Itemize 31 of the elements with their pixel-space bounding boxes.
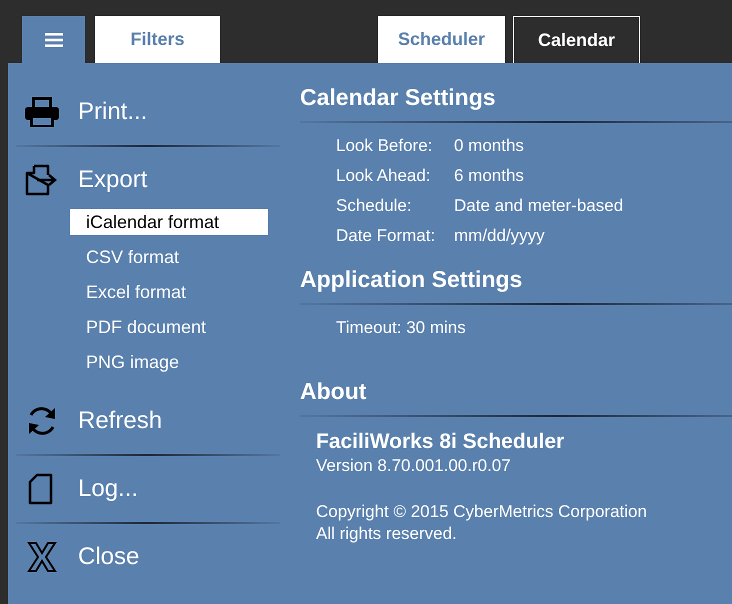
setting-value: mm/dd/yyyy (454, 225, 546, 247)
menu-button[interactable] (22, 16, 85, 63)
export-option[interactable]: CSV format (70, 240, 268, 275)
menu-icon (44, 32, 62, 46)
export-option[interactable]: PDF document (70, 310, 268, 345)
setting-label: Schedule: (336, 195, 413, 217)
menu-item[interactable]: Close (8, 524, 280, 590)
setting-label: Date Format: (336, 225, 436, 247)
section-title: Calendar Settings (300, 83, 497, 111)
menu-item[interactable]: Log... (8, 456, 280, 522)
setting-value: 6 months (454, 165, 525, 187)
export-option[interactable]: Excel format (70, 275, 268, 310)
printer-icon (24, 96, 60, 128)
export-option[interactable]: PNG image (70, 345, 268, 380)
setting-label: Look Before: (336, 135, 434, 157)
setting-label: Look Ahead: (336, 165, 432, 187)
menu-item[interactable]: Refresh (8, 388, 280, 454)
version-text: Version 8.70.001.00.r0.07 (316, 455, 512, 477)
section-title: Application Settings (300, 265, 524, 293)
menu-item[interactable]: Print... (8, 79, 280, 145)
copyright-text: All rights reserved. (316, 523, 458, 545)
setting-value: 0 months (454, 135, 525, 157)
setting-text: Timeout: 30 mins (336, 317, 467, 339)
setting-value: Date and meter-based (454, 195, 624, 217)
view-tab[interactable]: Scheduler (378, 16, 505, 63)
product-name: FaciliWorks 8i Scheduler (316, 429, 566, 455)
export-option[interactable]: iCalendar format (70, 209, 268, 235)
view-tab[interactable]: Calendar (513, 16, 640, 63)
copyright-text: Copyright © 2015 CyberMetrics Corporation (316, 501, 648, 523)
section-title: About (300, 377, 368, 405)
filters-tab[interactable]: Filters (95, 16, 220, 63)
